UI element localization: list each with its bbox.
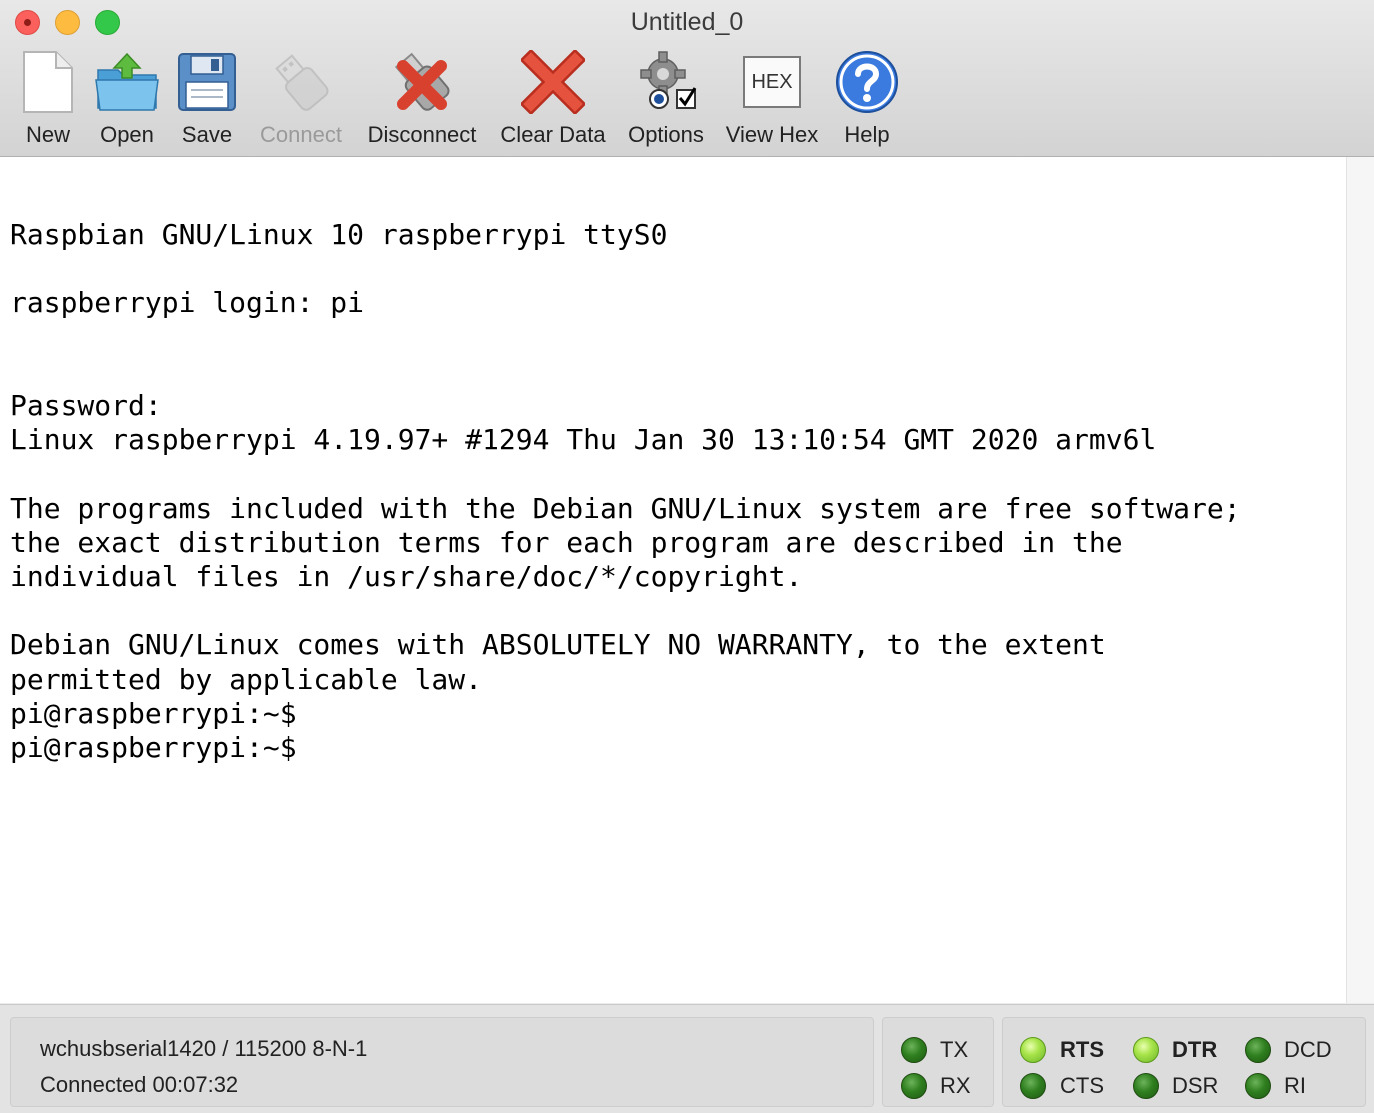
hex-icon-text: HEX [743,56,801,108]
rts-label[interactable]: RTS [1060,1037,1104,1063]
new-document-icon [13,48,83,116]
cts-label: CTS [1060,1073,1104,1098]
hex-icon: HEX [737,48,807,116]
dcd-led-icon [1245,1037,1271,1063]
tx-label: TX [940,1037,969,1062]
app-window: Untitled_0 New Open Save Connect Disconn… [0,0,1374,1113]
view-hex-label: View Hex [725,122,819,147]
clear-x-icon [518,48,588,116]
new-label: New [25,122,70,147]
disconnect-label: Disconnect [367,122,477,147]
help-question-icon [832,48,902,116]
ri-led-icon [1245,1073,1271,1099]
tx-led-icon [901,1037,927,1063]
cts-led-icon [1020,1073,1046,1099]
connection-timer: Connected 00:07:32 [40,1072,239,1097]
disconnect-button[interactable]: Disconnect [362,48,482,148]
options-gear-icon [631,48,701,116]
terminal-text: Raspbian GNU/Linux 10 raspberrypi ttyS0 … [10,218,1241,765]
save-floppy-icon [172,48,242,116]
clear-data-button[interactable]: Clear Data [497,48,609,148]
new-button[interactable]: New [16,48,80,148]
rts-led-icon[interactable] [1020,1037,1046,1063]
save-button[interactable]: Save [174,48,240,148]
dsr-label: DSR [1172,1073,1219,1098]
clear-data-label: Clear Data [500,122,606,147]
options-button[interactable]: Options [623,48,709,148]
disconnect-usb-icon [387,48,457,116]
ri-label: RI [1284,1073,1306,1098]
save-label: Save [181,122,233,147]
rx-led-icon [901,1073,927,1099]
dcd-label: DCD [1284,1037,1332,1062]
dtr-label[interactable]: DTR [1172,1037,1217,1063]
options-label: Options [628,122,704,147]
txrx-panel [882,1017,994,1107]
title-toolbar: Untitled_0 New Open Save Connect Disconn… [0,0,1374,157]
dtr-led-icon[interactable] [1133,1037,1159,1063]
help-label: Help [844,122,890,147]
help-button[interactable]: Help [834,48,900,148]
window-title: Untitled_0 [630,8,744,36]
view-hex-button[interactable]: HEX View Hex [722,48,822,148]
dsr-led-icon [1133,1073,1159,1099]
vertical-scrollbar[interactable] [1346,157,1374,1003]
connect-button[interactable]: Connect [254,48,348,148]
open-label: Open [100,122,154,147]
open-button[interactable]: Open [94,48,160,148]
port-settings: wchusbserial1420 / 115200 8-N-1 [40,1036,368,1061]
usb-plug-icon [266,48,336,116]
connect-label: Connect [260,122,342,147]
rx-label: RX [940,1073,971,1098]
open-folder-icon [92,48,162,116]
